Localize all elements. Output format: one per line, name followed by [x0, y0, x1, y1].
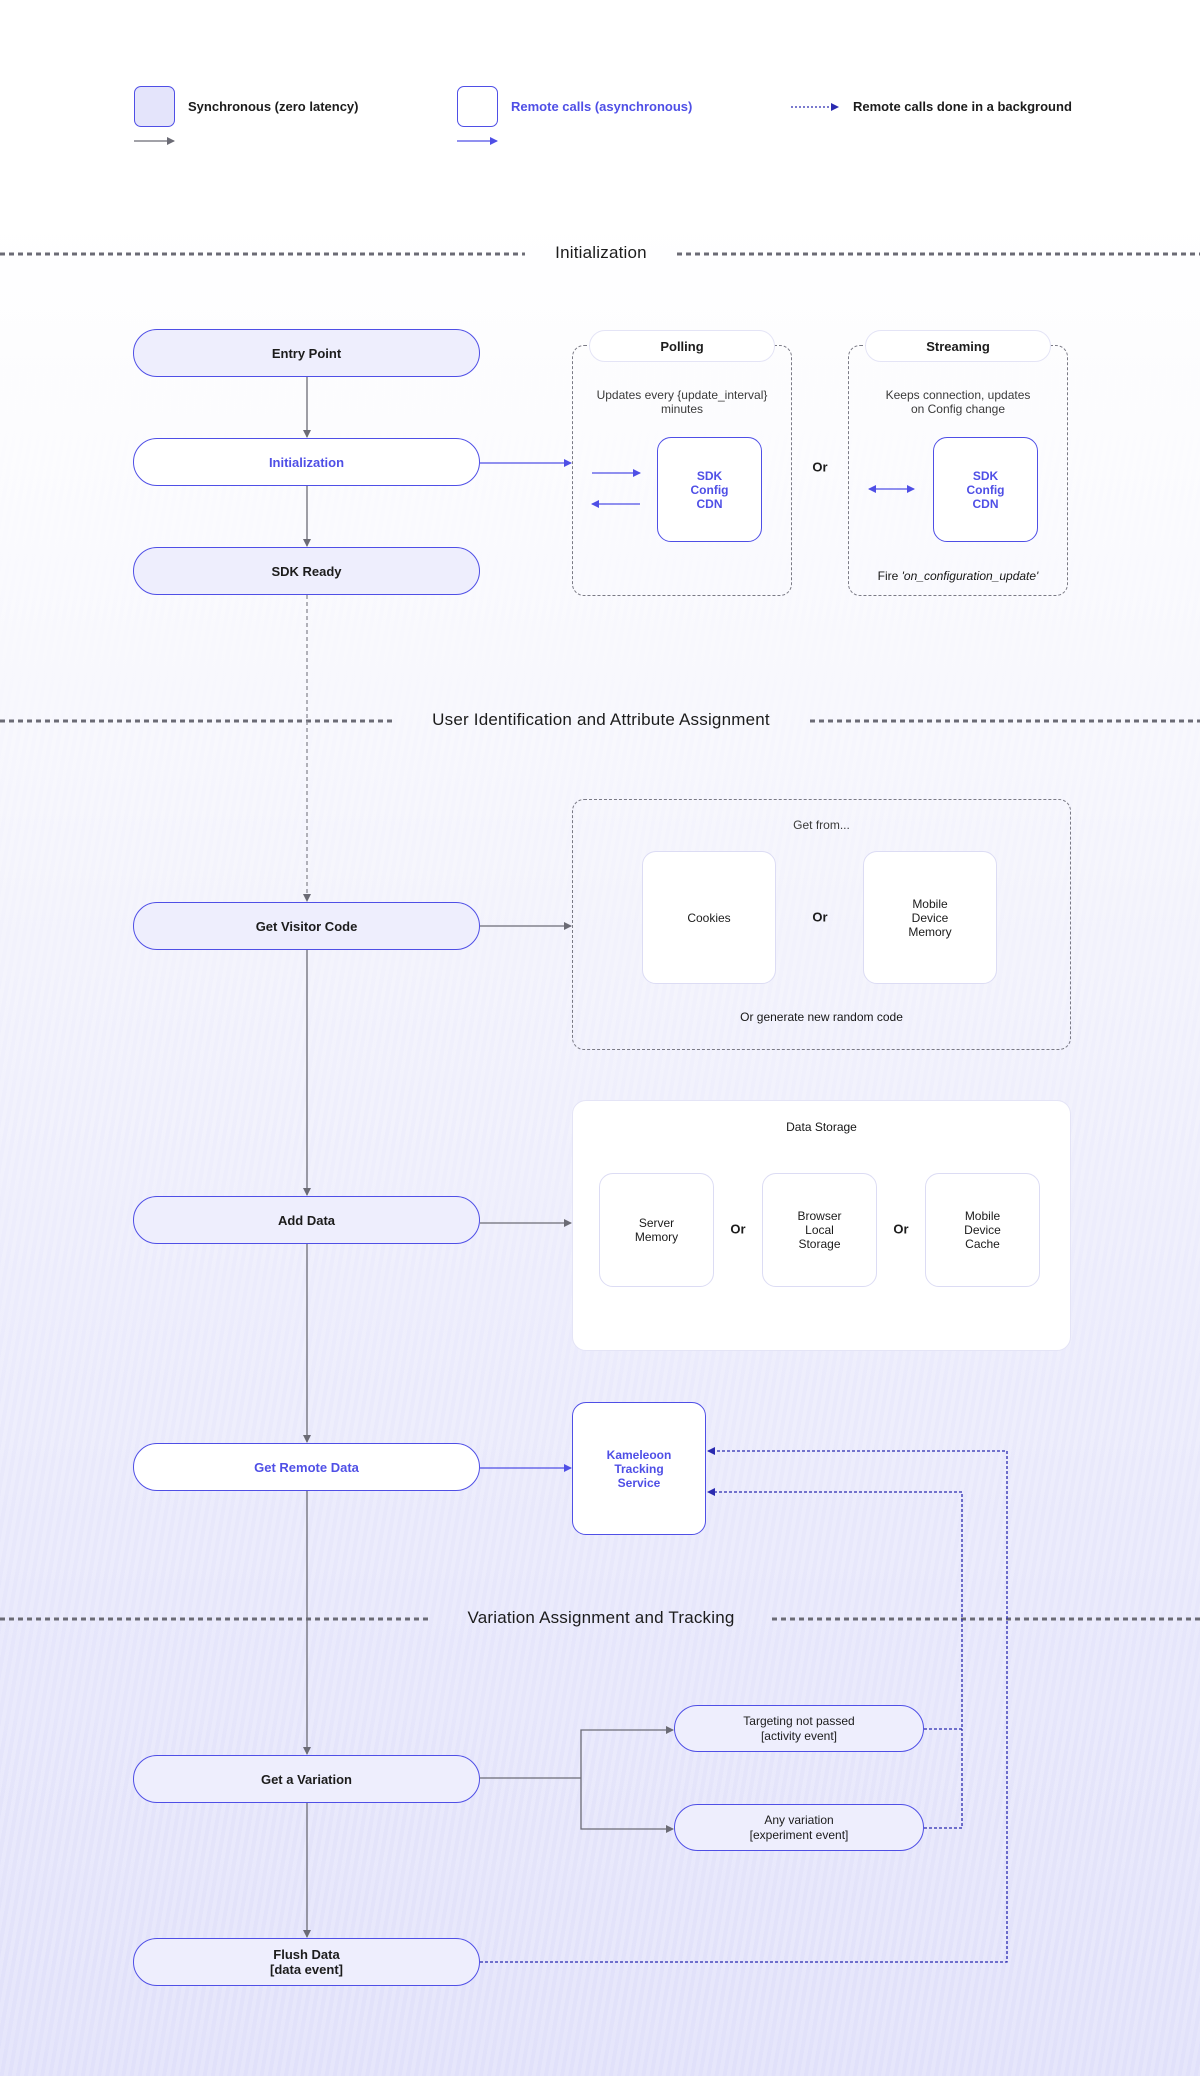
legend-sync-swatch	[134, 86, 175, 127]
kameleoon-tracking-service: Kameleoon Tracking Service	[572, 1402, 706, 1535]
polling-description: Updates every {update_interval} minutes	[596, 388, 768, 416]
arrow-to-targeting	[580, 1726, 674, 1778]
legend-background-label: Remote calls done in a background	[853, 99, 1072, 114]
node-flush-data: Flush Data [data event]	[133, 1938, 480, 1986]
streaming-title: Streaming	[865, 330, 1051, 362]
section-title-user-identification: User Identification and Attribute Assign…	[432, 710, 770, 729]
visitor-code-fallback: Or generate new random code	[740, 1010, 903, 1024]
section-title-initialization: Initialization	[555, 243, 647, 262]
node-get-visitor-code: Get Visitor Code	[133, 902, 480, 950]
node-add-data: Add Data	[133, 1196, 480, 1244]
storage-mobile-device-cache: Mobile Device Cache	[925, 1173, 1040, 1287]
or-cookies-memory: Or	[812, 909, 828, 925]
streaming-fire-prefix: Fire	[877, 569, 902, 583]
node-get-variation: Get a Variation	[133, 1755, 480, 1803]
sdk-flow-diagram: Synchronous (zero latency) Remote calls …	[0, 0, 1200, 2076]
arrow-to-any-variation	[580, 1778, 674, 1833]
node-get-remote-data: Get Remote Data	[133, 1443, 480, 1491]
visitor-code-title: Get from...	[793, 818, 850, 832]
source-mobile-device-memory: Mobile Device Memory	[863, 851, 997, 984]
streaming-fire-event: Fire 'on_configuration_update'	[858, 569, 1058, 583]
polling-sdk-config-cdn: SDK Config CDN	[657, 437, 762, 542]
streaming-sdk-config-cdn: SDK Config CDN	[933, 437, 1038, 542]
data-storage-title: Data Storage	[786, 1120, 857, 1134]
streaming-fire-event-name: 'on_configuration_update'	[901, 569, 1039, 583]
section-title-variation: Variation Assignment and Tracking	[467, 1608, 735, 1627]
node-sdk-ready: SDK Ready	[133, 547, 480, 595]
storage-browser-local-storage: Browser Local Storage	[762, 1173, 877, 1287]
legend-sync-label: Synchronous (zero latency)	[188, 99, 359, 114]
streaming-description: Keeps connection, updates on Config chan…	[885, 388, 1031, 416]
legend-async-label: Remote calls (asynchronous)	[511, 99, 693, 114]
storage-server-memory: Server Memory	[599, 1173, 714, 1287]
polling-title: Polling	[589, 330, 775, 362]
legend-async-swatch	[457, 86, 498, 127]
or-polling-streaming: Or	[812, 459, 828, 475]
bg-call-events	[707, 1488, 963, 1730]
event-any-variation: Any variation [experiment event]	[674, 1804, 924, 1851]
source-cookies: Cookies	[642, 851, 776, 984]
bg-call-any-variation	[924, 1729, 963, 1829]
node-initialization: Initialization	[133, 438, 480, 486]
event-targeting-not-passed: Targeting not passed [activity event]	[674, 1705, 924, 1752]
node-entry-point: Entry Point	[133, 329, 480, 377]
or-server-browser: Or	[730, 1221, 746, 1237]
or-browser-mobile: Or	[893, 1221, 909, 1237]
